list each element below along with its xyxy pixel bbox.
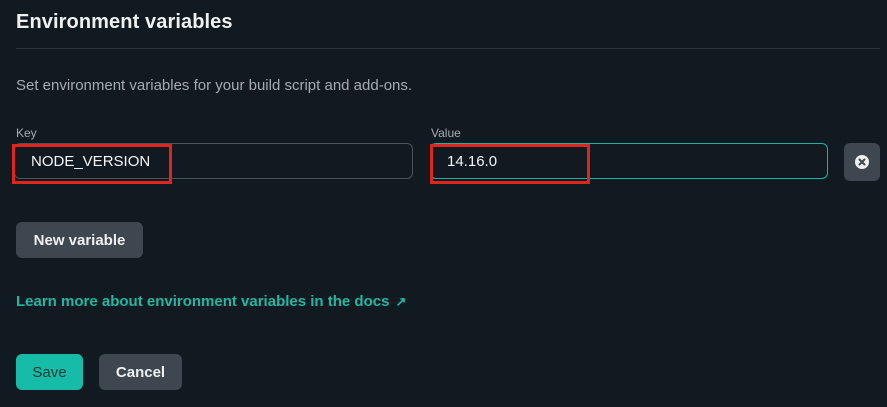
new-variable-button[interactable]: New variable bbox=[16, 222, 143, 258]
value-input[interactable] bbox=[430, 143, 828, 179]
save-button[interactable]: Save bbox=[16, 354, 83, 390]
key-input[interactable] bbox=[14, 143, 413, 179]
circle-x-icon bbox=[855, 155, 869, 169]
remove-variable-button[interactable] bbox=[844, 143, 880, 181]
external-link-arrow-icon: ↗ bbox=[395, 294, 407, 309]
environment-variables-panel: Environment variables Set environment va… bbox=[0, 0, 887, 407]
docs-link[interactable]: Learn more about environment variables i… bbox=[16, 293, 406, 310]
key-label: Key bbox=[16, 126, 37, 140]
value-label: Value bbox=[431, 126, 461, 140]
divider bbox=[16, 48, 880, 49]
cancel-button[interactable]: Cancel bbox=[99, 354, 182, 390]
section-description: Set environment variables for your build… bbox=[16, 77, 413, 94]
section-title: Environment variables bbox=[16, 11, 233, 33]
docs-link-label: Learn more about environment variables i… bbox=[16, 293, 390, 310]
